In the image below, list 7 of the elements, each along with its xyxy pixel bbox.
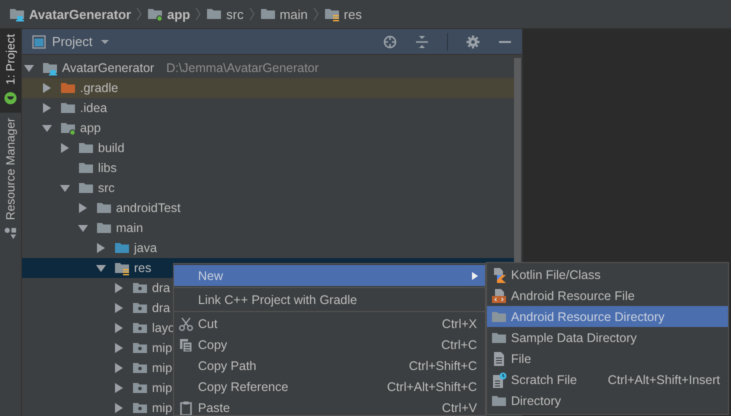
shortcut-label: Ctrl+Shift+C	[408, 358, 478, 372]
shortcut-label: Ctrl+Alt+Shift+Insert	[608, 372, 721, 386]
shortcut-label: Ctrl+X	[442, 316, 478, 330]
shortcut-label: Ctrl+V	[442, 400, 478, 414]
shortcut-label: Ctrl+Alt+Shift+C	[387, 380, 478, 394]
project-path: D:\Jemma\AvatarGenerator	[166, 61, 319, 75]
shortcut-label: Ctrl+C	[441, 338, 478, 352]
